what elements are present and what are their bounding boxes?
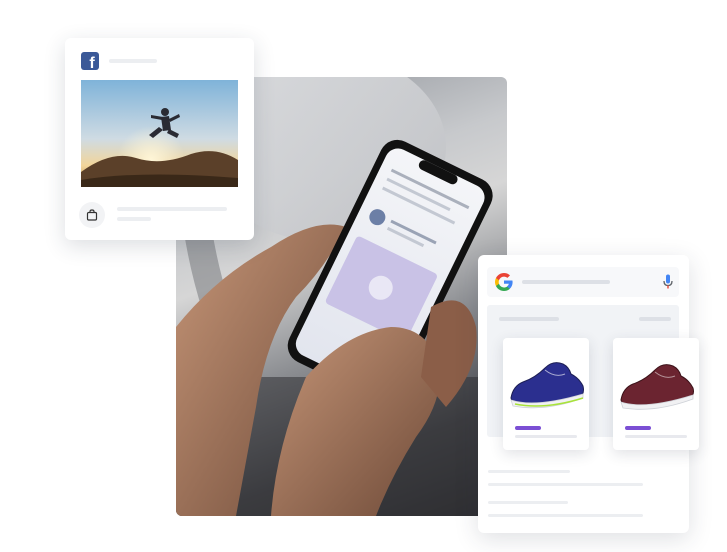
microphone-icon[interactable]	[663, 274, 673, 290]
google-search-bar[interactable]	[487, 267, 679, 297]
search-result-title-placeholder	[488, 501, 568, 504]
sneaker-image	[510, 362, 584, 409]
product-title-placeholder	[515, 435, 577, 438]
search-query-placeholder	[522, 280, 610, 284]
search-result-snippet-placeholder	[488, 514, 643, 517]
product-card[interactable]	[503, 338, 589, 450]
shopping-results-title-placeholder	[499, 317, 559, 321]
facebook-ad-card: f	[65, 38, 254, 240]
sneaker-image	[620, 364, 694, 410]
google-logo-icon	[495, 273, 513, 291]
facebook-ad-caption-placeholder	[117, 217, 151, 221]
product-price-placeholder	[625, 426, 651, 430]
shopping-results-link-placeholder	[639, 317, 671, 321]
shopping-bag-icon	[86, 209, 98, 221]
facebook-page-name-placeholder	[109, 59, 157, 63]
facebook-logo-letter: f	[89, 55, 95, 70]
product-card[interactable]	[613, 338, 699, 450]
facebook-ad-image	[81, 80, 238, 187]
facebook-logo-icon: f	[81, 52, 99, 70]
search-result-snippet-placeholder	[488, 483, 643, 486]
shop-now-button[interactable]	[79, 202, 105, 228]
facebook-ad-headline-placeholder	[117, 207, 227, 211]
product-price-placeholder	[515, 426, 541, 430]
search-result-title-placeholder	[488, 470, 570, 473]
product-title-placeholder	[625, 435, 687, 438]
